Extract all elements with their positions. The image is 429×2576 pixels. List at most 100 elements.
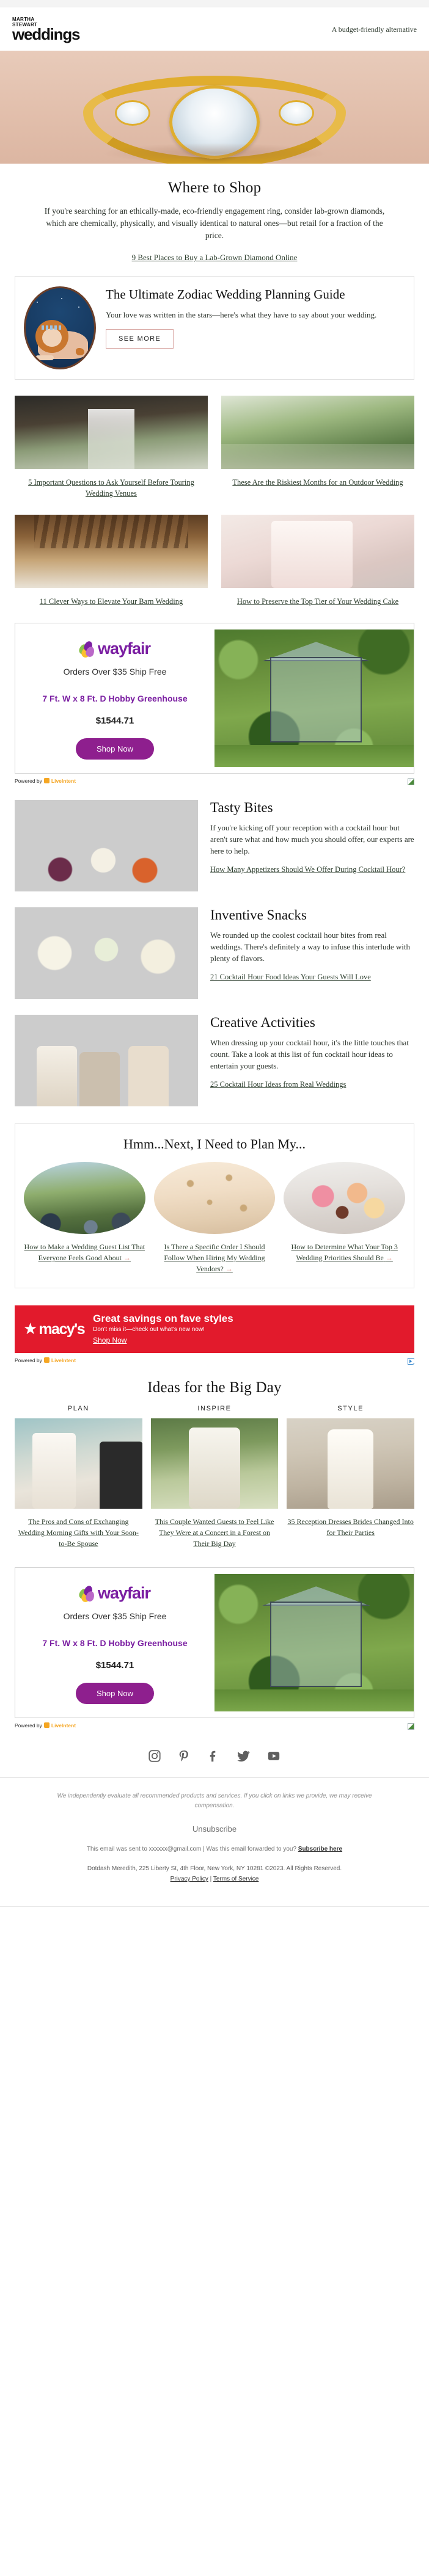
content-desc-creative-activities: When dressing up your cocktail hour, it'…: [210, 1038, 409, 1070]
brand-logo[interactable]: MARTHA STEWART weddings: [12, 16, 81, 42]
big-day-link-inspire[interactable]: This Couple Wanted Guests to Feel Like T…: [151, 1516, 279, 1549]
article-thumbnail-cake[interactable]: [221, 515, 414, 588]
next-to-plan-grid: How to Make a Wedding Guest List That Ev…: [24, 1162, 406, 1274]
where-to-shop-link[interactable]: 9 Best Places to Buy a Lab-Grown Diamond…: [15, 253, 414, 263]
big-day-cell-style[interactable]: STYLE 35 Reception Dresses Brides Change…: [287, 1405, 415, 1549]
wayfair-ad-box[interactable]: wayfair Orders Over $35 Ship Free 7 Ft. …: [15, 623, 414, 774]
ring-shadow: [101, 142, 328, 164]
big-day-link-plan[interactable]: The Pros and Cons of Exchanging Wedding …: [15, 1516, 142, 1549]
privacy-policy-link[interactable]: Privacy Policy: [170, 1876, 208, 1882]
where-to-shop-section: Where to Shop If you're searching for an…: [0, 180, 429, 263]
plan-link-priorities-text: How to Determine What Your Top 3 Wedding…: [291, 1243, 398, 1262]
footer-bottom-padding: [0, 1884, 429, 1906]
zodiac-guide-card[interactable]: The Ultimate Zodiac Wedding Planning Gui…: [15, 276, 414, 380]
content-link-tasty-bites[interactable]: How Many Appetizers Should We Offer Duri…: [210, 865, 405, 874]
footer-sent-to: This email was sent to xxxxxx@gmail.com …: [21, 1846, 408, 1852]
big-day-image-plan[interactable]: [15, 1418, 142, 1509]
article-link-barn[interactable]: 11 Clever Ways to Elevate Your Barn Wedd…: [15, 596, 208, 607]
terms-of-service-link[interactable]: Terms of Service: [213, 1876, 258, 1882]
zodiac-card-body: The Ultimate Zodiac Wedding Planning Gui…: [106, 286, 405, 349]
instagram-icon[interactable]: [148, 1749, 161, 1763]
wayfair-ad-top[interactable]: wayfair Orders Over $35 Ship Free 7 Ft. …: [0, 607, 429, 774]
article-thumbnail-venues[interactable]: [15, 396, 208, 469]
article-link-venues[interactable]: 5 Important Questions to Ask Yourself Be…: [15, 477, 208, 499]
pinterest-icon[interactable]: [177, 1749, 191, 1763]
plan-cell-priorities[interactable]: How to Determine What Your Top 3 Wedding…: [284, 1162, 406, 1274]
plan-image-vendors[interactable]: [153, 1162, 276, 1234]
big-day-image-style[interactable]: [287, 1418, 415, 1509]
plan-link-vendors[interactable]: Is There a Specific Order I Should Follo…: [154, 1241, 276, 1274]
wayfair-price: $1544.71: [95, 716, 134, 726]
wayfair-ad-right-bottom[interactable]: [215, 1568, 414, 1718]
content-title-creative-activities: Creative Activities: [210, 1015, 315, 1030]
content-image-creative-activities[interactable]: [15, 1015, 198, 1106]
macys-ad[interactable]: ★ macy's Great savings on fave styles Do…: [15, 1305, 414, 1353]
article-cell-venues[interactable]: 5 Important Questions to Ask Yourself Be…: [15, 396, 208, 499]
big-day-cell-inspire[interactable]: INSPIRE This Couple Wanted Guests to Fee…: [150, 1405, 279, 1549]
article-link-cake[interactable]: How to Preserve the Top Tier of Your Wed…: [221, 596, 414, 607]
youtube-icon[interactable]: [266, 1749, 281, 1763]
greenhouse-grass: [215, 745, 414, 767]
wayfair-logo: wayfair: [78, 639, 151, 659]
liveintent-label: LiveIntent: [51, 1722, 76, 1729]
plan-link-priorities[interactable]: How to Determine What Your Top 3 Wedding…: [284, 1241, 405, 1263]
big-day-image-inspire[interactable]: [150, 1418, 279, 1509]
hero-image-engagement-ring[interactable]: [0, 51, 429, 164]
plan-link-guest-list[interactable]: How to Make a Wedding Guest List That Ev…: [24, 1241, 145, 1263]
powered-by-label: Powered by: [15, 777, 42, 784]
wayfair-ad-right[interactable]: [215, 623, 414, 773]
facebook-icon[interactable]: [207, 1749, 220, 1763]
arrow-right-icon: →: [385, 1254, 393, 1262]
macys-shop-now-link[interactable]: Shop Now: [93, 1336, 127, 1344]
article-thumbnail-riskiest-months[interactable]: [221, 396, 414, 469]
plan-cell-vendors[interactable]: Is There a Specific Order I Should Follo…: [153, 1162, 276, 1274]
plan-image-guest-list[interactable]: [24, 1162, 145, 1234]
wayfair-shop-now-button[interactable]: Shop Now: [76, 1683, 154, 1704]
content-link-creative-activities[interactable]: 25 Cocktail Hour Ideas from Real Wedding…: [210, 1080, 346, 1089]
plan-cell-guest-list[interactable]: How to Make a Wedding Guest List That Ev…: [24, 1162, 145, 1274]
liveintent-label: LiveIntent: [51, 1357, 76, 1363]
star-icon: ★: [23, 1320, 38, 1338]
article-link-riskiest-months[interactable]: These Are the Riskiest Months for an Out…: [221, 477, 414, 488]
big-day-link-style[interactable]: 35 Reception Dresses Brides Changed Into…: [287, 1516, 414, 1538]
wayfair-wordmark: wayfair: [97, 639, 151, 658]
big-day-cell-plan[interactable]: PLAN The Pros and Cons of Exchanging Wed…: [15, 1405, 142, 1549]
footer-bottom-rule: [0, 1906, 429, 1907]
article-cell-riskiest-months[interactable]: These Are the Riskiest Months for an Out…: [221, 396, 414, 499]
unsubscribe-link[interactable]: Unsubscribe: [21, 1824, 408, 1834]
liveintent-icon: [43, 1357, 50, 1363]
adchoices-icon[interactable]: [408, 1357, 416, 1365]
adchoices-icon[interactable]: [408, 777, 414, 785]
where-to-shop-title: Where to Shop: [167, 180, 262, 196]
wayfair-ad-bottom[interactable]: wayfair Orders Over $35 Ship Free 7 Ft. …: [0, 1549, 429, 1718]
content-row-creative-activities: Creative Activities When dressing up you…: [0, 999, 429, 1106]
powered-by-label: Powered by: [15, 1357, 42, 1363]
subscribe-here-link[interactable]: Subscribe here: [298, 1846, 342, 1852]
top-strip: [0, 0, 429, 7]
see-more-button[interactable]: SEE MORE: [106, 329, 174, 349]
wayfair-product-image-greenhouse[interactable]: [215, 629, 414, 767]
wayfair-product-image-greenhouse[interactable]: [215, 1574, 414, 1711]
liveintent-label: LiveIntent: [51, 777, 76, 784]
footer-sent-prefix: This email was sent to xxxxxx@gmail.com …: [86, 1846, 296, 1852]
plan-image-priorities[interactable]: [284, 1162, 406, 1234]
wayfair-shipping-text: Orders Over $35 Ship Free: [63, 667, 167, 677]
wayfair-powered-row: Powered by LiveIntent: [0, 774, 429, 785]
article-cell-cake[interactable]: How to Preserve the Top Tier of Your Wed…: [221, 515, 414, 607]
wayfair-ad-box-bottom[interactable]: wayfair Orders Over $35 Ship Free 7 Ft. …: [15, 1567, 414, 1718]
twitter-icon[interactable]: [236, 1749, 251, 1763]
adchoices-icon[interactable]: [408, 1722, 414, 1730]
article-thumbnail-barn[interactable]: [15, 515, 208, 588]
content-image-tasty-bites[interactable]: [15, 800, 198, 891]
lion-crown: [42, 325, 62, 330]
wayfair-shop-now-button[interactable]: Shop Now: [76, 738, 154, 760]
liveintent-icon: [43, 1722, 50, 1728]
wayfair-mark-icon: [78, 639, 96, 659]
macys-copy: Great savings on fave styles Don't miss …: [93, 1313, 233, 1346]
content-image-inventive-snacks[interactable]: [15, 907, 198, 999]
content-link-inventive-snacks[interactable]: 21 Cocktail Hour Food Ideas Your Guests …: [210, 973, 371, 981]
big-day-grid: PLAN The Pros and Cons of Exchanging Wed…: [15, 1405, 415, 1549]
wayfair-ad-left-bottom: wayfair Orders Over $35 Ship Free 7 Ft. …: [15, 1568, 215, 1718]
article-cell-barn[interactable]: 11 Clever Ways to Elevate Your Barn Wedd…: [15, 515, 208, 607]
plan-link-vendors-text: Is There a Specific Order I Should Follo…: [164, 1243, 265, 1273]
